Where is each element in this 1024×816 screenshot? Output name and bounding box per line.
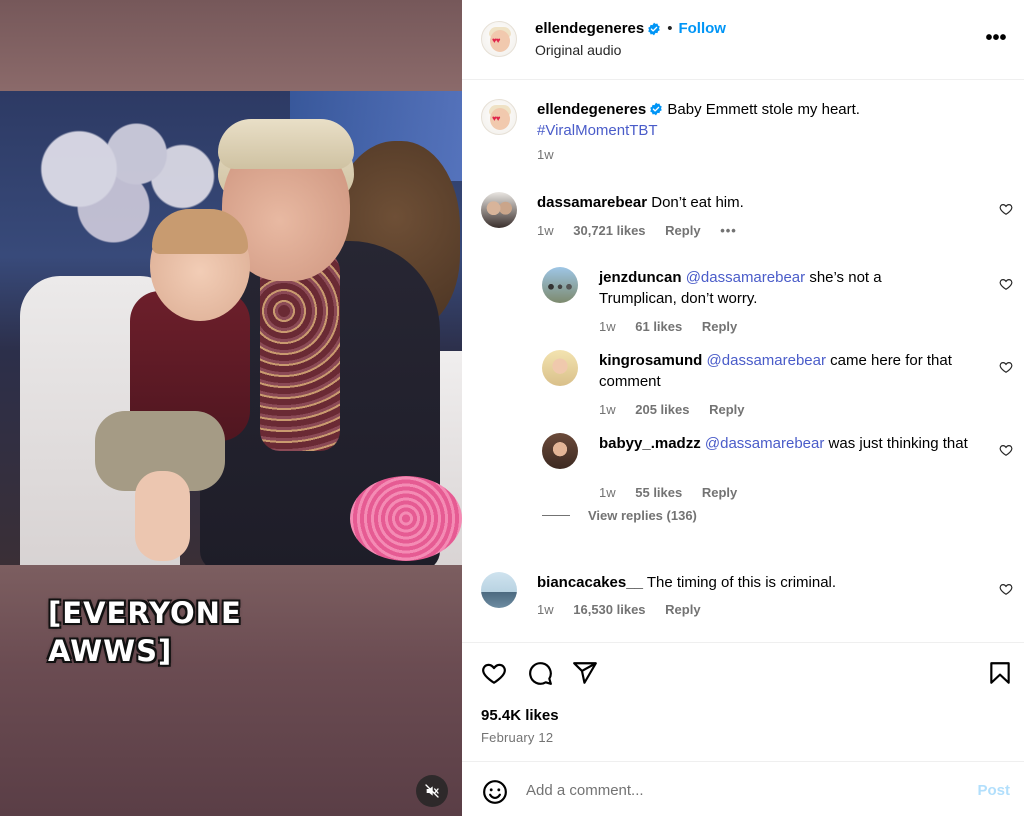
post-header: ♥♥ ellendegeneres • Follow Original audi… bbox=[462, 0, 1024, 80]
bookmark-icon[interactable] bbox=[987, 660, 1013, 686]
comment-likes[interactable]: 30,721 likes bbox=[573, 223, 645, 238]
post-date: February 12 bbox=[481, 730, 554, 745]
commenter-avatar[interactable] bbox=[542, 433, 578, 469]
video-player[interactable]: [EVERYONE AWWS] bbox=[0, 0, 462, 816]
verified-badge-icon bbox=[648, 22, 660, 35]
comment-username[interactable]: babyy_.madzz bbox=[599, 435, 701, 452]
caption-hashtag[interactable]: #ViralMomentTBT bbox=[537, 122, 658, 139]
comment-likes[interactable]: 61 likes bbox=[635, 319, 682, 334]
commenter-avatar[interactable] bbox=[542, 267, 578, 303]
comment-like-heart-icon[interactable] bbox=[999, 360, 1013, 374]
pink-decoration bbox=[350, 476, 462, 561]
view-replies-label: View replies (136) bbox=[588, 508, 697, 523]
comment-like-heart-icon[interactable] bbox=[999, 277, 1013, 291]
comment-text: Don’t eat him. bbox=[651, 194, 744, 211]
video-frame bbox=[0, 91, 462, 565]
comment-mention[interactable]: @dassamarebear bbox=[707, 352, 826, 369]
comment-more-icon[interactable]: ••• bbox=[720, 223, 737, 238]
comment-reply-button[interactable]: Reply bbox=[702, 319, 737, 334]
comment-like-heart-icon[interactable] bbox=[999, 582, 1013, 596]
comment-reply-button[interactable]: Reply bbox=[709, 402, 744, 417]
comment-icon[interactable] bbox=[527, 660, 553, 686]
comment-reply-button[interactable]: Reply bbox=[665, 223, 700, 238]
comment-meta: 1w 55 likes Reply bbox=[599, 485, 753, 501]
post-actions: 95.4K likes February 12 bbox=[462, 642, 1024, 760]
commenter-avatar[interactable] bbox=[481, 572, 517, 608]
comment-time: 1w bbox=[537, 223, 554, 238]
share-icon[interactable] bbox=[572, 660, 598, 686]
add-comment-bar: Post bbox=[462, 761, 1024, 816]
comment-likes[interactable]: 205 likes bbox=[635, 402, 689, 417]
commenter-avatar[interactable] bbox=[481, 192, 517, 228]
post-details-panel: ♥♥ ellendegeneres • Follow Original audi… bbox=[462, 0, 1024, 816]
likes-count[interactable]: 95.4K likes bbox=[481, 707, 559, 724]
comment-text: The timing of this is criminal. bbox=[646, 574, 837, 591]
caption-text: Baby Emmett stole my heart. bbox=[667, 101, 860, 118]
comment-input[interactable] bbox=[526, 778, 946, 802]
comment-like-heart-icon[interactable] bbox=[999, 443, 1013, 457]
comment-meta: 1w 61 likes Reply bbox=[599, 319, 753, 335]
comment-reply-button[interactable]: Reply bbox=[702, 485, 737, 500]
comment-likes[interactable]: 16,530 likes bbox=[573, 602, 645, 617]
heart-glasses-icon: ♥♥ bbox=[492, 36, 500, 45]
comment-text: was just thinking that bbox=[828, 435, 968, 452]
heart-icon[interactable] bbox=[481, 660, 507, 686]
baby-leg bbox=[135, 471, 190, 561]
comment-username[interactable]: biancacakes__ bbox=[537, 574, 643, 591]
host-shirt bbox=[260, 251, 340, 451]
comment-meta: 1w 16,530 likes Reply bbox=[537, 602, 717, 618]
view-replies-line bbox=[542, 515, 570, 516]
comment-time: 1w bbox=[599, 485, 616, 500]
caption-avatar[interactable]: ♥♥ bbox=[481, 99, 517, 135]
comment-reply-button[interactable]: Reply bbox=[665, 602, 700, 617]
comment-username[interactable]: kingrosamund bbox=[599, 352, 702, 369]
verified-badge-icon bbox=[650, 102, 662, 116]
comment-like-heart-icon[interactable] bbox=[999, 202, 1013, 216]
comment-time: 1w bbox=[537, 602, 554, 617]
comments-section[interactable]: ♥♥ ellendegeneres Baby Emmett stole my h… bbox=[462, 81, 1024, 642]
caption-username[interactable]: ellendegeneres bbox=[537, 101, 646, 118]
emoji-icon[interactable] bbox=[482, 779, 508, 805]
author-username[interactable]: ellendegeneres bbox=[535, 20, 644, 37]
author-avatar[interactable]: ♥♥ bbox=[481, 21, 517, 57]
separator-dot: • bbox=[667, 20, 673, 37]
comment-username[interactable]: dassamarebear bbox=[537, 194, 647, 211]
host-hair-top bbox=[218, 119, 354, 169]
commenter-avatar[interactable] bbox=[542, 350, 578, 386]
comment-mention[interactable]: @dassamarebear bbox=[686, 269, 805, 286]
post-comment-button[interactable]: Post bbox=[977, 782, 1010, 799]
original-audio-link[interactable]: Original audio bbox=[535, 42, 726, 58]
view-replies-button[interactable]: View replies (136) bbox=[542, 508, 697, 523]
header-text: ellendegeneres • Follow Original audio bbox=[535, 20, 726, 58]
comment-meta: 1w 205 likes Reply bbox=[599, 402, 761, 418]
comment-time: 1w bbox=[599, 319, 616, 334]
comment-mention[interactable]: @dassamarebear bbox=[705, 435, 824, 452]
comment-username[interactable]: jenzduncan bbox=[599, 269, 682, 286]
more-options-icon[interactable]: ••• bbox=[984, 28, 1008, 52]
mute-button[interactable] bbox=[416, 775, 448, 807]
comment-meta: 1w 30,721 likes Reply ••• bbox=[537, 223, 753, 239]
comment-likes[interactable]: 55 likes bbox=[635, 485, 682, 500]
follow-button[interactable]: Follow bbox=[678, 20, 726, 37]
heart-glasses-icon: ♥♥ bbox=[492, 114, 500, 123]
video-caption: [EVERYONE AWWS] bbox=[48, 596, 242, 668]
video-letterbox-top bbox=[0, 0, 462, 91]
comment-time: 1w bbox=[599, 402, 616, 417]
muted-speaker-icon bbox=[425, 784, 439, 798]
caption-time: 1w bbox=[537, 147, 554, 162]
